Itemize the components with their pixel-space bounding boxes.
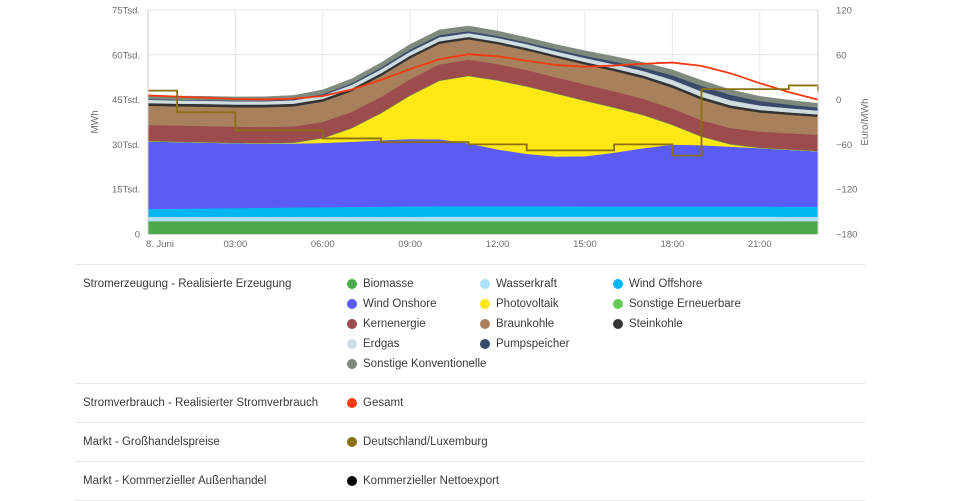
legend-color-dot-icon bbox=[347, 476, 357, 486]
x-axis-tick-label: 03:00 bbox=[224, 239, 248, 250]
legend-category-label: Markt - Großhandelspreise bbox=[83, 436, 220, 448]
y-axis-tick-label: 45Tsd. bbox=[112, 95, 140, 106]
x-axis-tick-label: 8. Juni bbox=[146, 239, 174, 250]
legend-item-label: Pumpspeicher bbox=[496, 338, 570, 350]
legend-section: Stromverbrauch - Realisierter Stromverbr… bbox=[75, 383, 865, 422]
legend-item-label: Braunkohle bbox=[496, 318, 555, 330]
legend-color-dot-icon bbox=[480, 299, 490, 309]
x-axis-tick-label: 15:00 bbox=[573, 239, 597, 250]
legend-item-steinkohle[interactable]: Steinkohle bbox=[613, 314, 746, 334]
legend-item-label: Kernenergie bbox=[363, 318, 426, 330]
legend-item-label: Kommerzieller Nettoexport bbox=[363, 475, 500, 487]
chart-legend: Stromerzeugung - Realisierte Erzeugung Bi… bbox=[75, 264, 865, 501]
legend-item-sonstige-erneuerbare[interactable]: Sonstige Erneuerbare bbox=[613, 294, 803, 314]
legend-item-group: Gesamt bbox=[347, 393, 865, 413]
y-axis-tick-label: 15Tsd. bbox=[112, 185, 140, 196]
legend-section: Stromerzeugung - Realisierte Erzeugung Bi… bbox=[75, 264, 865, 383]
chart-page: 0 15Tsd. 30Tsd. 45Tsd. 60Tsd. 75Tsd. −180 −120 −… bbox=[0, 0, 960, 501]
legend-item-label: Steinkohle bbox=[629, 318, 683, 330]
y2-axis-tick-label: 0 bbox=[836, 95, 841, 106]
legend-item-photovoltaik[interactable]: Photovoltaik bbox=[480, 294, 613, 314]
legend-color-dot-icon bbox=[480, 279, 490, 289]
y-axis-tick-label: 60Tsd. bbox=[112, 50, 140, 61]
legend-color-dot-icon bbox=[480, 339, 490, 349]
x-axis-tick-label: 18:00 bbox=[660, 239, 684, 250]
legend-item-sonstige-konventionelle[interactable]: Sonstige Konventionelle bbox=[347, 354, 587, 374]
legend-item-kernenergie[interactable]: Kernenergie bbox=[347, 314, 480, 334]
legend-item-label: Wind Onshore bbox=[363, 298, 437, 310]
energy-chart: 0 15Tsd. 30Tsd. 45Tsd. 60Tsd. 75Tsd. −180 −120 −… bbox=[0, 0, 960, 255]
legend-color-dot-icon bbox=[613, 299, 623, 309]
x-axis-tick-label: 12:00 bbox=[486, 239, 510, 250]
legend-item-label: Wind Offshore bbox=[629, 278, 703, 290]
legend-item-group: Deutschland/Luxemburg bbox=[347, 432, 865, 452]
y2-axis-tick-label: 120 bbox=[836, 6, 852, 17]
legend-color-dot-icon bbox=[347, 437, 357, 447]
legend-section: Markt - Großhandelspreise Deutschland/Lux… bbox=[75, 422, 865, 461]
legend-item-label: Biomasse bbox=[363, 278, 414, 290]
legend-color-dot-icon bbox=[347, 339, 357, 349]
y-axis-tick-label: 0 bbox=[135, 230, 140, 241]
legend-item-wasserkraft[interactable]: Wasserkraft bbox=[480, 274, 613, 294]
area-series-wind-onshore[interactable] bbox=[147, 138, 819, 210]
legend-category-label: Stromverbrauch - Realisierter Stromverbr… bbox=[83, 397, 319, 409]
legend-item-biomasse[interactable]: Biomasse bbox=[347, 274, 480, 294]
legend-item-label: Gesamt bbox=[363, 397, 404, 409]
legend-color-dot-icon bbox=[347, 398, 357, 408]
area-series-wasserkraft[interactable] bbox=[147, 216, 819, 222]
legend-item-braunkohle[interactable]: Braunkohle bbox=[480, 314, 613, 334]
legend-item-label: Wasserkraft bbox=[496, 278, 557, 290]
legend-category-label: Markt - Kommerzieller Außenhandel bbox=[83, 475, 267, 487]
legend-category-label: Stromerzeugung - Realisierte Erzeugung bbox=[83, 278, 292, 290]
legend-color-dot-icon bbox=[613, 279, 623, 289]
y2-axis-tick-label: −60 bbox=[836, 140, 852, 151]
chart-canvas[interactable]: 0 15Tsd. 30Tsd. 45Tsd. 60Tsd. 75Tsd. −180 −120 −… bbox=[0, 0, 960, 255]
legend-color-dot-icon bbox=[347, 299, 357, 309]
legend-color-dot-icon bbox=[347, 359, 357, 369]
legend-color-dot-icon bbox=[347, 279, 357, 289]
x-axis-tick-label: 06:00 bbox=[311, 239, 335, 250]
legend-color-dot-icon bbox=[347, 319, 357, 329]
legend-item-label: Sonstige Konventionelle bbox=[363, 358, 487, 370]
legend-item-group: Biomasse Wasserkraft Wind Offshore Wind Ons… bbox=[347, 274, 865, 374]
legend-section: Markt - Kommerzieller Außenhandel Kommerz… bbox=[75, 461, 865, 501]
y-axis-title: MWh bbox=[90, 110, 101, 133]
legend-color-dot-icon bbox=[480, 319, 490, 329]
legend-item-group: Kommerzieller Nettoexport bbox=[347, 471, 865, 491]
legend-item-kommerzieller-nettoexport[interactable]: Kommerzieller Nettoexport bbox=[347, 471, 499, 491]
y2-axis-tick-label: 60 bbox=[836, 50, 847, 61]
legend-item-erdgas[interactable]: Erdgas bbox=[347, 334, 480, 354]
x-axis-tick-label: 09:00 bbox=[398, 239, 422, 250]
legend-color-dot-icon bbox=[613, 319, 623, 329]
legend-item-label: Deutschland/Luxemburg bbox=[363, 436, 488, 448]
legend-item-wind-offshore[interactable]: Wind Offshore bbox=[613, 274, 746, 294]
legend-item-label: Photovoltaik bbox=[496, 298, 559, 310]
legend-item-deutschland-luxemburg[interactable]: Deutschland/Luxemburg bbox=[347, 432, 488, 452]
legend-item-wind-onshore[interactable]: Wind Onshore bbox=[347, 294, 480, 314]
y2-axis-tick-label: −120 bbox=[836, 185, 857, 196]
y-axis-tick-label: 30Tsd. bbox=[112, 140, 140, 151]
y2-axis-title: Euro/MWh bbox=[860, 98, 871, 145]
legend-item-label: Sonstige Erneuerbare bbox=[629, 298, 741, 310]
legend-item-gesamt[interactable]: Gesamt bbox=[347, 393, 403, 413]
legend-item-pumpspeicher[interactable]: Pumpspeicher bbox=[480, 334, 670, 354]
y2-axis-tick-label: −180 bbox=[836, 230, 857, 241]
x-axis-tick-label: 21:00 bbox=[748, 239, 772, 250]
area-series-biomasse[interactable] bbox=[147, 220, 819, 235]
legend-item-label: Erdgas bbox=[363, 338, 400, 350]
y-axis-tick-label: 75Tsd. bbox=[112, 6, 140, 17]
